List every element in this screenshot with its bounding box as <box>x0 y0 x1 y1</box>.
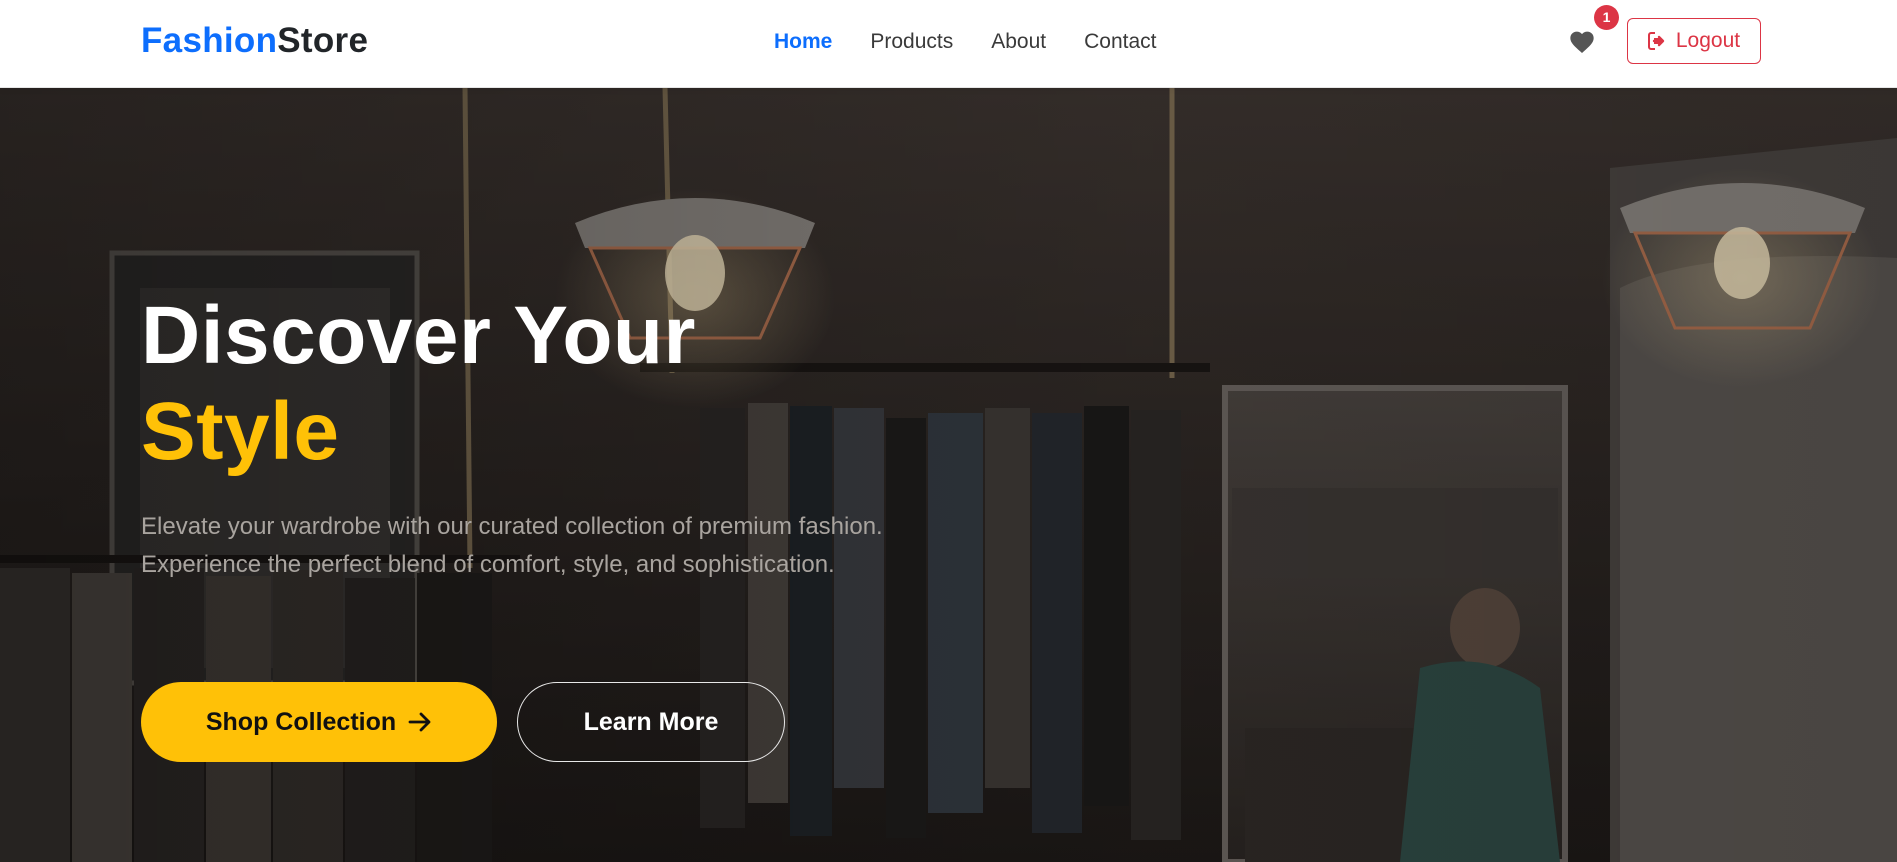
wishlist-button[interactable] <box>1568 26 1600 58</box>
brand-name-store: Store <box>277 21 369 60</box>
hero-title: Discover Your Style <box>141 288 696 480</box>
sign-out-icon <box>1647 32 1665 50</box>
logout-label: Logout <box>1675 29 1741 52</box>
nav-link-home[interactable]: Home <box>774 28 851 56</box>
logout-button[interactable]: Logout <box>1627 18 1761 64</box>
hero-title-line1: Discover Your <box>141 290 696 381</box>
hero-description: Elevate your wardrobe with our curated c… <box>141 513 883 578</box>
nav-link-contact[interactable]: Contact <box>1065 28 1175 56</box>
main-nav: Home Products About Contact <box>774 28 1176 56</box>
learn-more-button[interactable]: Learn More <box>517 682 785 762</box>
shop-collection-label: Shop Collection <box>205 707 397 736</box>
hero-section: Discover Your Style Elevate your wardrob… <box>0 88 1897 862</box>
arrow-right-icon <box>408 712 431 732</box>
nav-link-about[interactable]: About <box>972 28 1065 56</box>
brand-name-fashion: Fashion <box>141 21 278 60</box>
hero-title-accent: Style <box>141 386 340 477</box>
learn-more-label: Learn More <box>583 707 719 736</box>
shop-collection-button[interactable]: Shop Collection <box>141 682 497 762</box>
navbar: FashionStore Home Products About Contact… <box>0 0 1897 88</box>
brand-logo[interactable]: FashionStore <box>141 20 368 62</box>
nav-link-products[interactable]: Products <box>851 28 972 56</box>
heart-icon <box>1570 31 1594 54</box>
wishlist-count-badge: 1 <box>1594 5 1619 30</box>
